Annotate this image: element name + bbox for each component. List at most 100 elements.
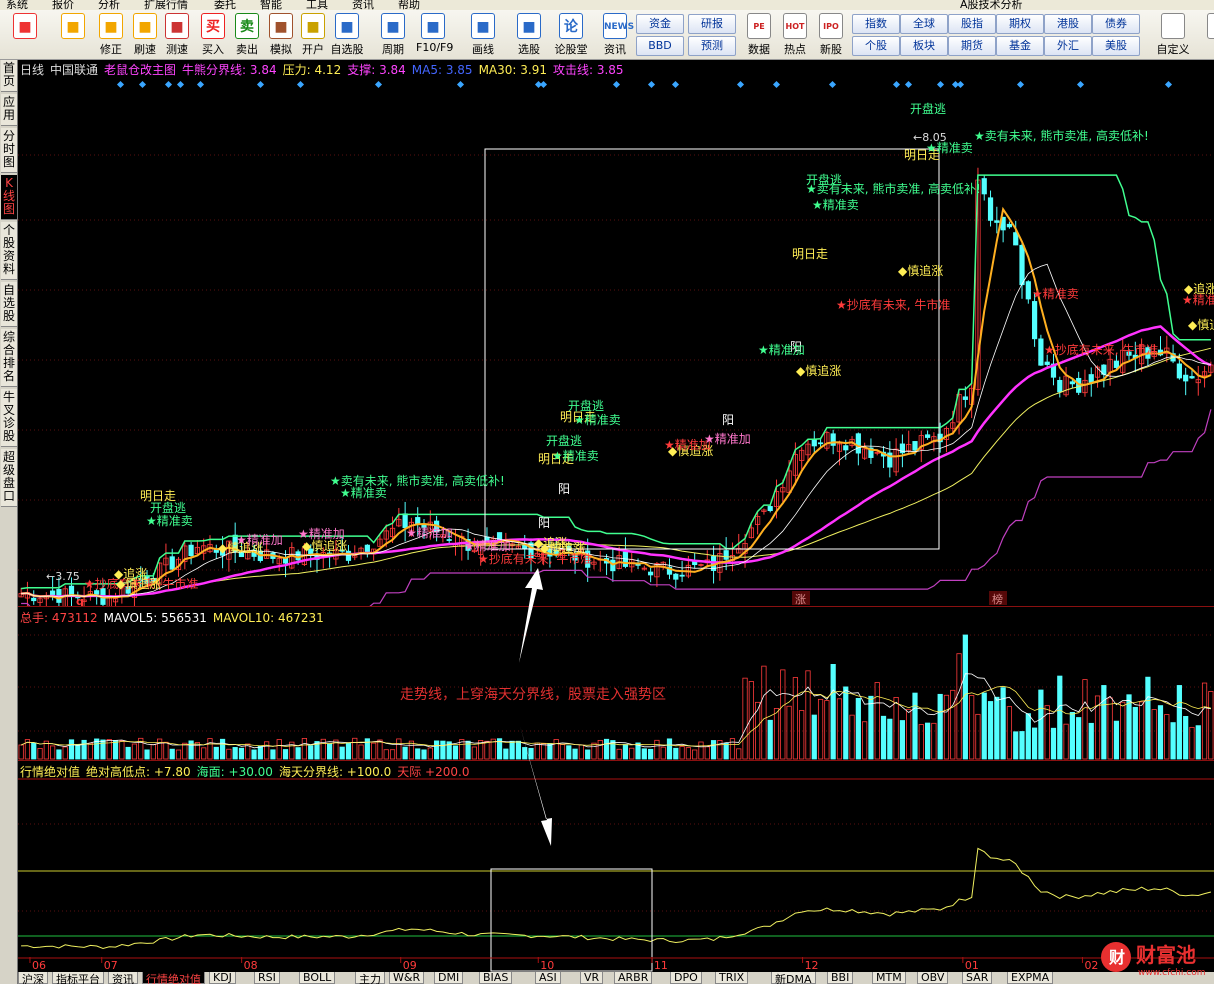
menu-item-2[interactable]: 分析 [98,0,120,10]
indicator-tab-14[interactable]: DPO [670,972,702,984]
market-button-9[interactable]: 基金 [996,36,1044,56]
menu-item-3[interactable]: 扩展行情 [144,0,188,10]
menu-item-1[interactable]: 报价 [52,0,74,10]
volume-bar [515,740,522,760]
signal-label-precise_sell: ★精准卖 [1032,287,1079,301]
market-button-0[interactable]: 指数 [852,14,900,34]
indicator-tab-11[interactable]: ASI [535,972,561,984]
volume-bar [81,739,87,760]
toolbar-pe-button[interactable]: PE 数据 [742,10,776,60]
toolbar-ipo-button[interactable]: IPO 新股 [814,10,848,60]
custom-icon [1207,13,1214,39]
toolbar-right-button-0[interactable]: 自定义 [1156,10,1190,60]
menu-item-0[interactable]: 系统 [6,0,28,10]
indicator-tab-8[interactable]: W&R [389,972,425,984]
indicator-tab-17[interactable]: BBI [827,972,854,984]
indicator-tab-12[interactable]: VR [580,972,604,984]
indicator-tab-1[interactable]: 指标平台 [52,972,104,984]
sidebar-tab-6[interactable]: 综合排名 [1,329,17,387]
market-button-8[interactable]: 期货 [948,36,996,56]
volume-bar [1170,722,1176,760]
volume-bar [723,742,729,760]
market-button-11[interactable]: 美股 [1092,36,1140,56]
volume-bar [119,740,125,760]
sidebar-tab-2[interactable]: 分时图 [1,128,17,173]
indicator-tab-3[interactable]: 行情绝对值 [142,972,205,984]
kline-chart[interactable]: ←8.05←3.75q涨榜明日走开盘逃★精准卖◆慎追涨★精准加◆慎追涨★精准加★… [18,60,1214,606]
toolbar-pen-button[interactable]: ■ 画线 [466,10,500,60]
toolbar-up-down-arrow-button[interactable]: ■ 修正 [94,10,128,60]
market-button-6[interactable]: 个股 [852,36,900,56]
toolbar-right-button-1[interactable]: 多 [1202,10,1214,60]
toolbar-mid-button-0[interactable]: 资金 [636,14,684,34]
market-button-4[interactable]: 港股 [1044,14,1092,34]
sidebar-tab-8[interactable]: 超级盘口 [1,449,17,507]
toolbar-f10-button[interactable]: ■ F10/F9 [416,10,453,60]
sidebar-tab-3[interactable]: K线图 [1,175,17,220]
indicator-tab-6[interactable]: BOLL [299,972,336,984]
indicator-tab-10[interactable]: BIAS [479,972,513,984]
indicator-tab-13[interactable]: ARBR [614,972,653,984]
zhang-badge [792,591,810,605]
market-button-3[interactable]: 期权 [996,14,1044,34]
toolbar-grid-button[interactable]: ■ [8,10,42,60]
indicator-tab-15[interactable]: TRIX [715,972,749,984]
volume-bar [541,743,547,760]
menu-item-6[interactable]: 工具 [306,0,328,10]
menu-item-8[interactable]: 帮助 [398,0,420,10]
indicator-tab-9[interactable]: DMI [434,972,464,984]
toolbar-star-folder-button[interactable]: ■ 自选股 [330,10,364,60]
volume-bar [660,746,666,760]
signal-diamond [904,80,913,89]
toolbar-mid-button-1[interactable]: 研报 [688,14,736,34]
sidebar-tab-4[interactable]: 个股资料 [1,222,17,280]
indicator-tab-16[interactable]: 新DMA [771,972,816,984]
oscillator-pane[interactable]: 行情绝对值 绝对高低点: +7.80 海面: +30.00 海天分界线: +100.0… [18,760,1214,972]
market-button-5[interactable]: 债券 [1092,14,1140,34]
indicator-tab-0[interactable]: 沪深 [18,972,48,984]
volume-bar [1006,706,1013,760]
candle-body [1006,223,1013,228]
sidebar-tab-0[interactable]: 首页 [1,60,17,92]
toolbar-forum-button[interactable]: 论论股堂 [554,10,588,60]
volume-bar [1132,706,1138,760]
menu-item-4[interactable]: 委托 [214,0,236,10]
toolbar-power-button[interactable]: ■ 刷速 [128,10,162,60]
indicator-tab-7[interactable]: 主力 [355,972,385,984]
menu-item-5[interactable]: 智能 [260,0,282,10]
toolbar-mid-button-3[interactable]: 预测 [688,36,736,56]
menu-item-7[interactable]: 资讯 [352,0,374,10]
market-button-7[interactable]: 板块 [900,36,948,56]
volume-bar [339,746,345,760]
indicator-tab-5[interactable]: RSI [254,972,280,984]
sidebar-tab-7[interactable]: 牛叉诊股 [1,389,17,447]
toolbar-gavel-button[interactable]: ■ 模拟 [264,10,298,60]
toolbar-hot-button[interactable]: HOT 热点 [778,10,812,60]
toolbar-select-stock-button[interactable]: ■ 选股 [512,10,546,60]
indicator-tab-19[interactable]: OBV [917,972,949,984]
indicator-tab-20[interactable]: SAR [962,972,993,984]
indicator-tab-21[interactable]: EXPMA [1007,972,1054,984]
toolbar-mid-button-2[interactable]: BBD [636,36,684,56]
indicator-tab-18[interactable]: MTM [872,972,906,984]
volume-bar [654,739,660,760]
volume-bar [251,749,257,760]
toolbar-lock-button[interactable]: ■ 开户 [296,10,330,60]
volume-bar [899,720,906,760]
toolbar-cycle-button[interactable]: ■ 周期 [376,10,410,60]
sidebar-tab-5[interactable]: 自选股 [1,282,17,327]
market-button-2[interactable]: 股指 [948,14,996,34]
toolbar-news-button[interactable]: NEWS 资讯 [598,10,634,60]
toolbar-clock-button[interactable]: ■ 测速 [160,10,194,60]
sidebar-tab-1[interactable]: 应用 [1,94,17,126]
toolbar-buy-button[interactable]: 买买入 [196,10,230,60]
market-button-1[interactable]: 全球 [900,14,948,34]
toolbar-back-arrow-button[interactable]: ■ [56,10,90,60]
volume-pane[interactable]: 总手: 473112 MAVOL5: 556531 MAVOL10: 467231 [18,606,1214,760]
market-button-10[interactable]: 外汇 [1044,36,1092,56]
toolbar-sell-button[interactable]: 卖卖出 [230,10,264,60]
indicator-tab-4[interactable]: KDJ [209,972,236,984]
kline-pane[interactable]: 日线 中国联通 老鼠仓改主图 牛熊分界线: 3.84 压力: 4.12 支撑: 3.84 M… [18,60,1214,606]
indicator-tab-2[interactable]: 资讯 [108,972,138,984]
oscillator-chart[interactable]: 06 07 08 09 10 11 12 01 02 [18,761,1214,973]
